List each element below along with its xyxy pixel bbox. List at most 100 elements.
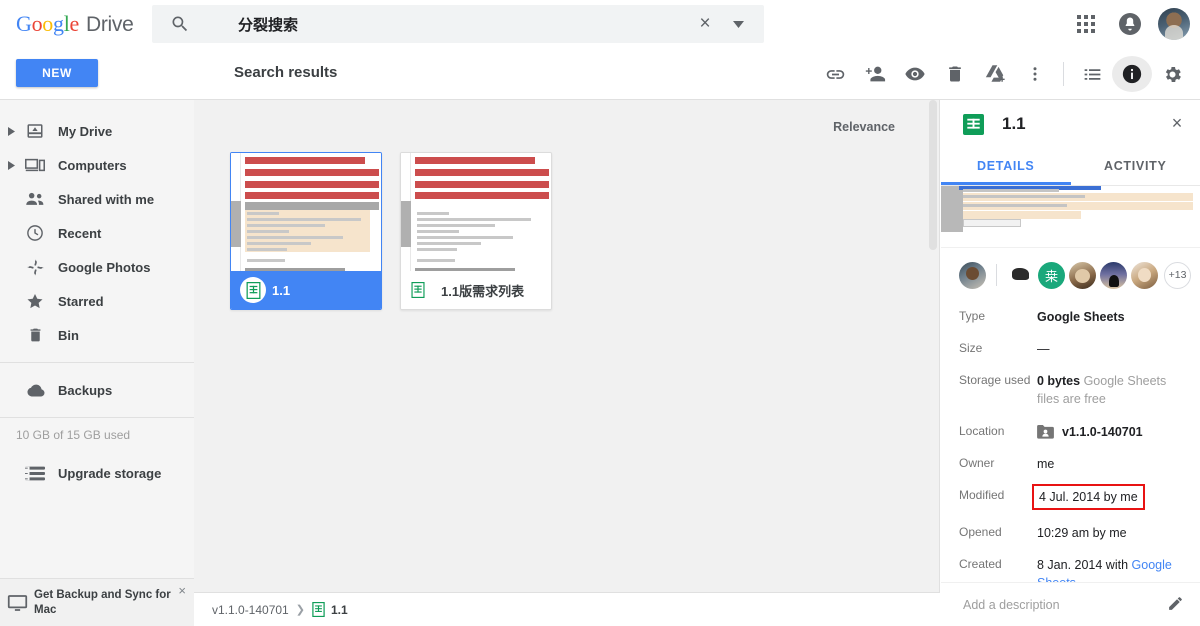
bell-icon [1118,12,1142,36]
backup-sync-toast[interactable]: Get Backup and Sync for Mac × [0,578,194,626]
add-to-drive-button[interactable] [975,56,1015,92]
file-thumbnail [231,153,381,273]
preview-text-line [963,189,1059,192]
logo-letter-e: e [69,11,80,36]
tab-details[interactable]: DETAILS [941,148,1071,185]
modified-highlight-annotation: 4 Jul. 2014 by me [1032,483,1145,510]
file-preview-thumbnail[interactable] [941,186,1200,248]
location-folder-name: v1.1.0-140701 [1062,424,1143,439]
sidebar-item-label: My Drive [58,123,113,139]
file-card-selected[interactable]: 1.1 [230,152,382,310]
detail-value[interactable]: v1.1.0-140701 [1037,423,1186,441]
collaborator-4[interactable] [1100,261,1127,289]
preview-highlight-block [963,211,1081,219]
thumbnail-text-line [247,242,311,245]
action-bar: NEW Search results [0,48,1200,100]
sidebar-item-upgrade-storage[interactable]: Upgrade storage [0,456,194,490]
logo-product-name: Drive [85,13,134,36]
collaborator-5[interactable] [1131,261,1158,289]
more-actions-button[interactable] [1015,56,1055,92]
google-drive-window: GoogleDrive × NEW Searc [0,0,1200,626]
sidebar-item-label: Backups [58,382,113,398]
avatar[interactable] [1158,8,1190,40]
google-drive-logo[interactable]: Google Drive [16,11,134,37]
thumbnail-bar [245,181,379,188]
thumbnail-text-line [247,230,289,233]
expand-caret-icon[interactable] [0,126,22,136]
collaborator-3[interactable] [1069,261,1096,289]
collaborator-2[interactable]: 桒 [1038,261,1065,289]
sidebar-item-computers[interactable]: Computers [0,148,194,182]
star-icon [22,292,48,311]
description-field[interactable]: Add a description [941,582,1200,626]
file-card[interactable]: 1.1版需求列表 [400,152,552,310]
close-icon[interactable]: × [178,583,186,598]
settings-button[interactable] [1152,56,1192,92]
tab-activity[interactable]: ACTIVITY [1071,148,1200,185]
sidebar-item-starred[interactable]: Starred [0,284,194,318]
details-tabs: DETAILS ACTIVITY [941,148,1200,186]
pencil-icon[interactable] [1167,595,1184,612]
detail-row-location: Location v1.1.0-140701 [941,423,1200,441]
people-icon [22,191,48,207]
thumbnail-text-line [247,224,325,227]
detail-value-text: Google Sheets [1037,310,1125,324]
google-apps-button[interactable] [1066,6,1106,42]
expand-caret-icon[interactable] [0,160,22,170]
thumbnail-text-line [417,224,495,227]
search-options-chevron-down-icon[interactable] [724,11,752,37]
thumbnail-text-line [417,218,531,221]
link-icon [825,64,846,85]
detail-key: Location [959,423,1005,438]
file-toolbar [815,56,1192,92]
breadcrumb-parent[interactable]: v1.1.0-140701 [212,603,289,617]
sidebar-item-backups[interactable]: Backups [0,373,194,407]
cloud-icon [22,383,48,398]
thumbnail-bar [415,169,549,176]
file-card-footer: 1.1版需求列表 [401,271,551,309]
detail-row-type: Type Google Sheets [941,308,1200,326]
thumbnail-row-header-selected [401,201,411,247]
details-header: 1.1 × [941,100,1200,148]
thumbnail-bar [245,169,379,176]
toast-line-2: Mac [34,603,57,616]
photos-icon [22,258,48,277]
storage-bars-icon [22,466,48,481]
sidebar-item-google-photos[interactable]: Google Photos [0,250,194,284]
more-collaborators-badge[interactable]: +13 [1164,261,1191,289]
description-placeholder[interactable]: Add a description [963,598,1060,612]
share-button[interactable] [855,56,895,92]
details-button[interactable] [1112,56,1152,92]
notifications-button[interactable] [1110,6,1150,42]
collaborator-1[interactable] [1007,261,1034,289]
sidebar-item-label: Bin [58,327,79,343]
sidebar-item-my-drive[interactable]: My Drive [0,114,194,148]
main-scrollbar[interactable] [927,100,939,592]
detail-value-text: 0 bytes [1037,374,1081,389]
sidebar-item-shared-with-me[interactable]: Shared with me [0,182,194,216]
clear-search-icon[interactable]: × [692,11,718,37]
logo-letter-o1: o [31,11,43,36]
trash-icon [945,64,965,84]
remove-button[interactable] [935,56,975,92]
close-icon[interactable]: × [1166,113,1188,135]
sheets-icon [240,277,266,303]
thumbnail-text-line [247,248,287,251]
thumbnail-text-line [417,242,481,245]
preview-cell-box [963,219,1021,227]
file-grid: 1.1 1.1版需求列表 [230,152,552,310]
list-view-button[interactable] [1072,56,1112,92]
get-link-button[interactable] [815,56,855,92]
sort-order-button[interactable]: Relevance [833,120,895,134]
sidebar-item-recent[interactable]: Recent [0,216,194,250]
apps-grid-icon [1077,15,1095,33]
sidebar-item-bin[interactable]: Bin [0,318,194,352]
detail-value: Google Sheets [1037,308,1186,326]
backup-sync-toast-text: Get Backup and Sync for Mac [34,588,171,617]
owner-avatar[interactable] [959,261,986,289]
scrollbar-thumb[interactable] [929,100,937,250]
thumbnail-text-line [247,218,361,221]
new-button[interactable]: NEW [16,59,98,87]
preview-button[interactable] [895,56,935,92]
search-input[interactable] [238,15,692,33]
